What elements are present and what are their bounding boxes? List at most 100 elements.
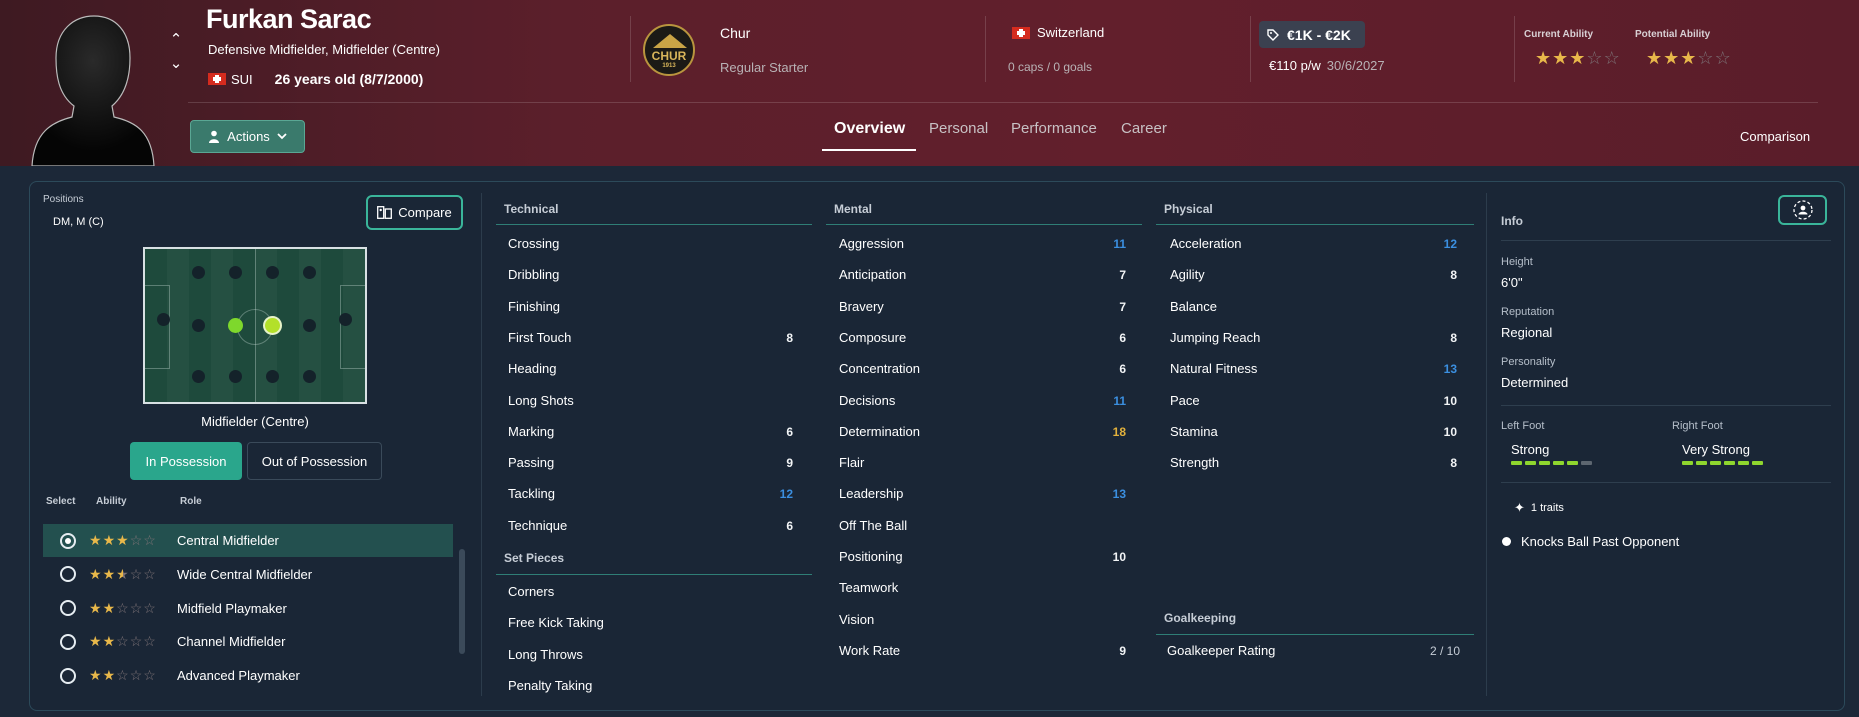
nation-link[interactable]: Switzerland (1012, 25, 1104, 40)
compare-button[interactable]: Compare (366, 195, 463, 230)
role-radio-button[interactable] (60, 566, 76, 583)
tab-performance[interactable]: Performance (1011, 120, 1097, 137)
pitch-position-dot[interactable] (192, 370, 205, 383)
header-divider (985, 16, 986, 82)
set-pieces-header: Set Pieces (504, 551, 565, 565)
physical-header: Physical (1164, 202, 1213, 216)
price-tag-icon (1267, 28, 1279, 41)
out-of-possession-toggle[interactable]: Out of Possession (247, 442, 382, 480)
pitch-position-dot[interactable] (303, 319, 316, 332)
trait-name: Knocks Ball Past Opponent (1521, 534, 1680, 549)
role-row[interactable]: ★★★☆☆ Central Midfielder (43, 524, 453, 557)
club-badge-year: 1913 (662, 63, 676, 69)
attribute-name: Marking (508, 423, 555, 439)
pitch-position-dot[interactable] (192, 319, 205, 332)
player-profile-button[interactable] (1778, 195, 1827, 225)
role-radio-button[interactable] (60, 667, 76, 684)
attribute-name: Corners (508, 584, 555, 599)
pitch-position-dot[interactable] (266, 266, 279, 279)
club-badge[interactable]: CHUR 1913 (643, 24, 695, 76)
pitch-position-dot-selected[interactable] (265, 318, 280, 333)
tab-overview[interactable]: Overview (834, 120, 905, 138)
attribute-name: Bravery (839, 298, 884, 314)
header-divider (1250, 16, 1251, 82)
left-foot-value: Strong (1511, 442, 1550, 457)
nationality-row: SUI 26 years old (8/7/2000) (208, 71, 423, 87)
club-name[interactable]: Chur (720, 25, 750, 41)
attribute-name: Composure (839, 329, 907, 345)
selected-position-label: Midfielder (Centre) (201, 414, 309, 429)
role-radio-button[interactable] (60, 600, 76, 617)
attribute-value: 10 (1112, 550, 1126, 564)
transfer-value-badge: €1K - €2K (1259, 21, 1365, 48)
attribute-name: Aggression (839, 236, 905, 251)
attribute-value: 18 (1112, 424, 1126, 439)
role-name: Central Midfielder (177, 533, 279, 548)
role-row[interactable]: ★★★☆☆ Wide Central Midfielder (43, 558, 453, 591)
transfer-value: €1K - €2K (1287, 26, 1351, 43)
role-row[interactable]: ★★☆☆☆ Advanced Playmaker (43, 659, 453, 692)
personality-value: Determined (1501, 375, 1569, 390)
role-row[interactable]: ★★☆☆☆ Midfield Playmaker (43, 592, 453, 625)
squad-status: Regular Starter (720, 60, 809, 75)
tab-career[interactable]: Career (1121, 120, 1167, 137)
attribute-value: 9 (786, 456, 793, 471)
attribute-value: 7 (1119, 268, 1126, 283)
in-possession-toggle[interactable]: In Possession (130, 442, 242, 480)
info-divider (1501, 405, 1831, 406)
swiss-flag-icon (208, 73, 226, 85)
compare-icon (377, 206, 393, 219)
comparison-link[interactable]: Comparison (1740, 129, 1810, 144)
attribute-name: Concentration (839, 361, 920, 377)
role-name: Wide Central Midfielder (177, 566, 313, 582)
next-player-chevron-down-icon[interactable]: ⌄ (167, 52, 185, 76)
right-foot-label: Right Foot (1672, 420, 1723, 432)
left-penalty-box (145, 285, 170, 369)
pitch-position-dot[interactable] (229, 370, 242, 383)
left-foot-label: Left Foot (1501, 420, 1545, 432)
goalkeeping-header: Goalkeeping (1164, 611, 1237, 625)
foot-bar-segment (1525, 461, 1536, 465)
mental-header: Mental (834, 202, 873, 216)
contract-end: 30/6/2027 (1326, 58, 1385, 73)
attribute-value: 8 (1450, 330, 1457, 345)
wage-row: €110 p/w 30/6/2027 (1269, 58, 1385, 73)
attribute-value: 6 (786, 518, 793, 533)
actions-label: Actions (227, 129, 270, 144)
actions-button[interactable]: Actions (190, 120, 305, 153)
tab-personal[interactable]: Personal (929, 120, 988, 137)
player-profile-icon (1792, 200, 1813, 220)
role-radio-button[interactable] (60, 633, 76, 650)
current-ability-label: Current Ability (1524, 29, 1594, 40)
pitch-position-dot[interactable] (266, 370, 279, 383)
role-radio-button[interactable] (60, 532, 76, 549)
goalkeeping-header-line (1156, 634, 1474, 635)
attribute-name: Tackling (508, 486, 555, 502)
role-list-scrollbar[interactable] (459, 549, 465, 654)
foot-bar-segment (1738, 461, 1749, 465)
attribute-value: 10 (1443, 424, 1457, 439)
pitch-position-dot[interactable] (192, 266, 205, 279)
club-badge-text: CHUR (651, 49, 687, 63)
player-positions: Defensive Midfielder, Midfielder (Centre… (208, 42, 440, 57)
attribute-name: Off The Ball (839, 517, 908, 533)
attribute-value: 9 (1119, 643, 1126, 658)
positions-value: DM, M (C) (53, 216, 104, 228)
attribute-value: 12 (1443, 237, 1457, 251)
height-value: 6'0" (1501, 275, 1523, 290)
pitch-position-dot[interactable] (303, 266, 316, 279)
foot-bar-segment (1581, 461, 1592, 465)
mountain-icon (653, 34, 687, 48)
role-row[interactable]: ★★☆☆☆ Channel Midfielder (43, 625, 453, 658)
pitch-position-dot[interactable] (157, 313, 170, 326)
pitch-position-dot-natural[interactable] (228, 318, 243, 333)
attribute-value: 6 (1119, 362, 1126, 377)
previous-player-chevron-up-icon[interactable]: ⌃ (167, 28, 185, 52)
person-icon (209, 130, 220, 143)
pitch-position-dot[interactable] (339, 313, 352, 326)
attribute-value: 10 (1443, 393, 1457, 408)
attribute-name: Finishing (508, 298, 561, 314)
column-divider (1486, 193, 1487, 696)
pitch-position-dot[interactable] (303, 370, 316, 383)
pitch-position-dot[interactable] (229, 266, 242, 279)
